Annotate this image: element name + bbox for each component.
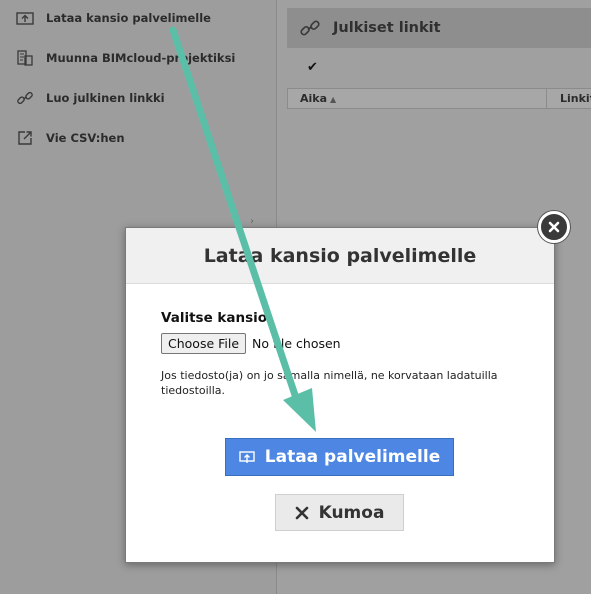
- dialog-title: Lataa kansio palvelimelle: [126, 228, 554, 284]
- upload-folder-icon: [14, 8, 36, 28]
- sort-asc-icon: ▲: [330, 95, 337, 104]
- sidebar-item-label: Vie CSV:hen: [46, 131, 125, 145]
- folder-field-label: Valitse kansio: [161, 310, 268, 326]
- cancel-button-label: Kumoa: [318, 502, 385, 523]
- sidebar-item-create-link[interactable]: Luo julkinen linkki: [14, 87, 165, 109]
- checkmark-icon[interactable]: ✔: [307, 60, 318, 75]
- sidebar-item-label: Lataa kansio palvelimelle: [46, 11, 211, 25]
- upload-button-label: Lataa palvelimelle: [264, 447, 441, 467]
- upload-icon: [239, 450, 255, 464]
- sidebar-item-upload-folder[interactable]: Lataa kansio palvelimelle: [14, 7, 211, 29]
- sidebar-item-label: Luo julkinen linkki: [46, 91, 165, 105]
- export-icon: [14, 128, 36, 148]
- column-divider: [546, 89, 547, 108]
- chevron-right-icon: ›: [250, 216, 254, 227]
- public-links-title: Julkiset linkit: [333, 20, 441, 36]
- overwrite-note: Jos tiedosto(ja) on jo samalla nimellä, …: [161, 369, 498, 397]
- close-icon[interactable]: [538, 211, 570, 243]
- upload-folder-dialog: Lataa kansio palvelimelle Valitse kansio…: [125, 227, 555, 563]
- column-header-time[interactable]: Aika ▲: [300, 92, 336, 105]
- choose-file-button[interactable]: Choose File: [161, 333, 247, 354]
- link-icon: [14, 88, 36, 108]
- link-icon: [299, 17, 321, 39]
- x-icon: [295, 506, 309, 520]
- file-picker: Choose File No file chosen: [161, 333, 341, 354]
- column-header-links[interactable]: Linkit: [560, 92, 591, 105]
- sidebar-item-convert[interactable]: Muunna BIMcloud-projektiksi: [14, 47, 235, 69]
- sidebar-item-export-csv[interactable]: Vie CSV:hen: [14, 127, 125, 149]
- public-links-header: Julkiset linkit: [287, 8, 591, 48]
- sidebar-item-label: Muunna BIMcloud-projektiksi: [46, 51, 236, 65]
- file-status: No file chosen: [252, 336, 341, 351]
- convert-project-icon: [14, 48, 36, 68]
- cancel-button[interactable]: Kumoa: [275, 494, 404, 531]
- upload-button[interactable]: Lataa palvelimelle: [225, 438, 454, 476]
- links-table-header: Aika▲ Linkit: [287, 88, 591, 109]
